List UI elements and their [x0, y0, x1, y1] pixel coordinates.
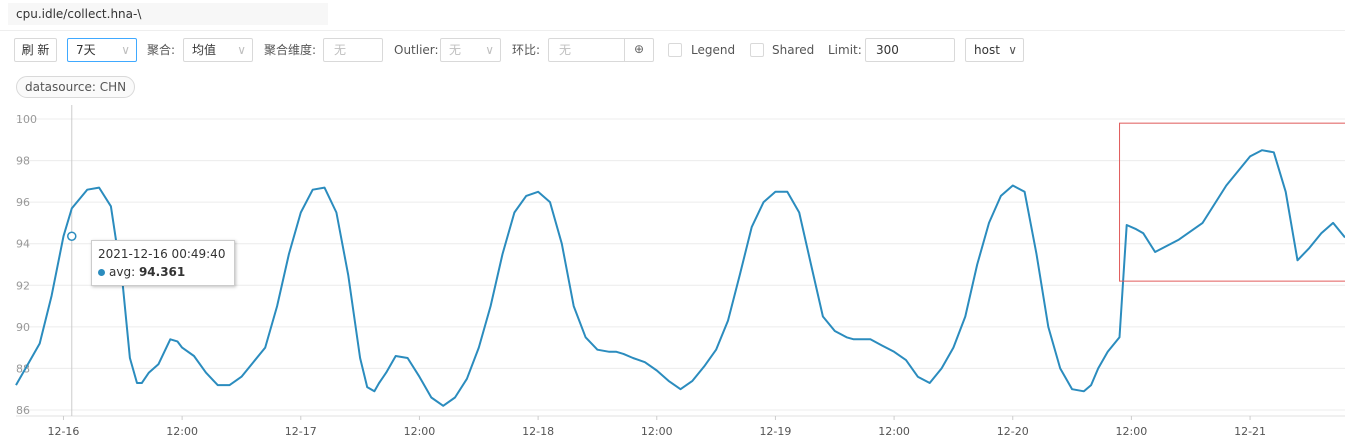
x-tick-label: 12-18: [522, 425, 554, 438]
x-tick-label: 12:00: [166, 425, 198, 438]
legend-checkbox[interactable]: [668, 43, 682, 57]
datasource-tag[interactable]: datasource: CHN: [16, 76, 136, 98]
header-divider: [0, 30, 1345, 31]
tooltip-value: 94.361: [138, 265, 186, 279]
compare-input[interactable]: 无 ⊕: [548, 38, 654, 62]
toolbar: 刷 新 7天 ∨ 聚合: 均值 ∨ 聚合维度: 无 Outlier: 无 ∨ 环…: [0, 38, 1345, 62]
chart-tooltip: 2021-12-16 00:49:40 avg: 94.361: [91, 240, 235, 286]
chevron-down-icon: ∨: [485, 43, 494, 57]
agg-value: 均值: [192, 43, 217, 57]
group-by-value: host: [974, 43, 1000, 57]
tooltip-series-label: avg:: [109, 265, 136, 279]
x-tick-label: 12-17: [285, 425, 317, 438]
y-tick-label: 90: [16, 321, 30, 334]
chevron-down-icon: ∨: [237, 43, 246, 57]
x-tick-label: 12-21: [1234, 425, 1266, 438]
outlier-label: Outlier:: [394, 43, 439, 57]
chevron-down-icon: ∨: [1008, 43, 1017, 57]
y-tick-label: 96: [16, 196, 30, 209]
compare-label: 环比:: [512, 43, 541, 57]
y-tick-label: 98: [16, 155, 30, 168]
group-by-select[interactable]: host ∨: [965, 38, 1024, 62]
x-tick-label: 12-19: [759, 425, 791, 438]
series-dot-icon: [98, 269, 105, 276]
tooltip-time: 2021-12-16 00:49:40: [98, 247, 226, 261]
limit-label: Limit:: [828, 43, 862, 57]
agg-select[interactable]: 均值 ∨: [183, 38, 253, 62]
tooltip-series-row: avg: 94.361: [98, 263, 228, 281]
limit-input[interactable]: 300: [865, 38, 955, 62]
refresh-button[interactable]: 刷 新: [14, 38, 57, 62]
x-tick-label: 12:00: [1116, 425, 1148, 438]
agg-dim-label: 聚合维度:: [264, 43, 317, 57]
y-tick-label: 94: [16, 238, 30, 251]
x-tick-label: 12-20: [997, 425, 1029, 438]
legend-label: Legend: [691, 43, 736, 57]
y-tick-label: 92: [16, 279, 30, 292]
time-range-value: 7天: [76, 43, 96, 57]
outlier-select[interactable]: 无 ∨: [440, 38, 501, 62]
time-range-select[interactable]: 7天 ∨: [67, 38, 137, 62]
plus-circle-icon[interactable]: ⊕: [624, 38, 653, 62]
shared-checkbox[interactable]: [750, 43, 764, 57]
y-tick-label: 86: [16, 404, 30, 417]
agg-dim-placeholder: 无: [334, 43, 347, 57]
cursor-point: [67, 231, 77, 241]
metric-title: cpu.idle/collect.hna-\: [8, 3, 328, 25]
shared-label: Shared: [772, 43, 815, 57]
x-tick-label: 12-16: [47, 425, 79, 438]
outlier-value: 无: [449, 43, 462, 57]
x-tick-label: 12:00: [641, 425, 673, 438]
x-tick-label: 12:00: [878, 425, 910, 438]
y-tick-label: 100: [16, 113, 37, 126]
limit-value: 300: [876, 43, 899, 57]
x-tick-label: 12:00: [404, 425, 436, 438]
agg-label: 聚合:: [147, 43, 176, 57]
agg-dim-input[interactable]: 无: [323, 38, 383, 62]
chevron-down-icon: ∨: [121, 43, 130, 57]
compare-placeholder: 无: [559, 43, 572, 57]
